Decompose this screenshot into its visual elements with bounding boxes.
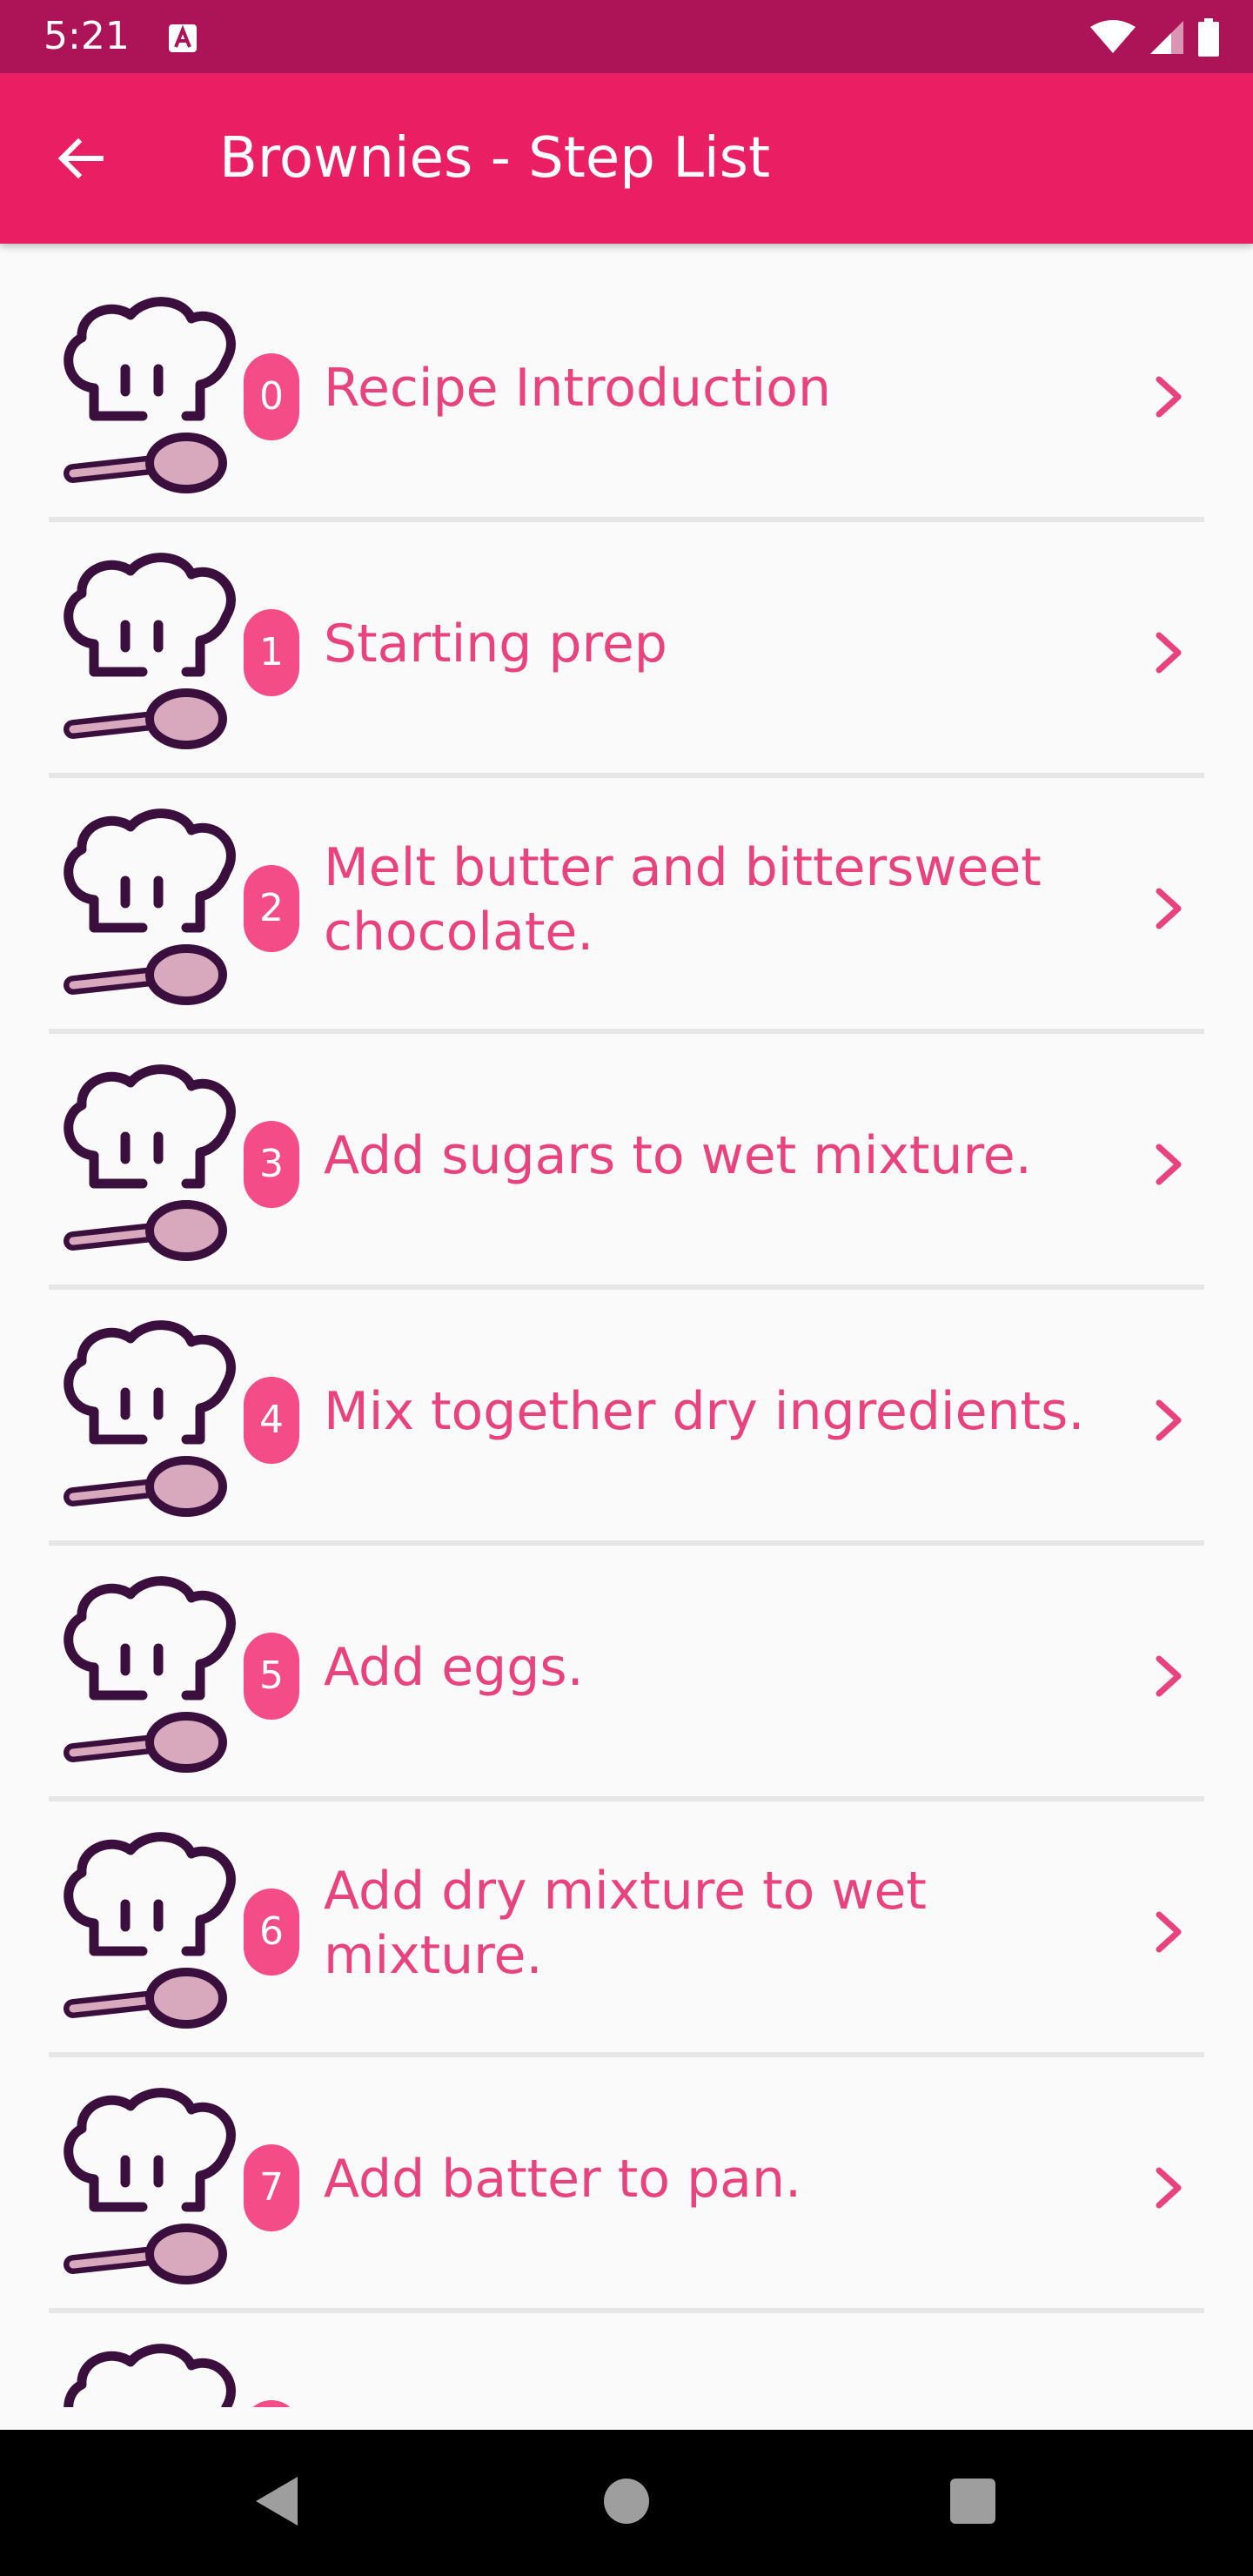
step-title: Add dry mixture to wet mixture.	[324, 1861, 927, 1986]
app-bar: Brownies - Step List	[0, 73, 1253, 244]
step-title: Mix together dry ingredients.	[324, 1381, 1085, 1442]
step-number-badge: 3	[244, 1121, 299, 1208]
chevron-right-icon	[1152, 372, 1185, 421]
step-number-badge: 6	[244, 1888, 299, 1976]
step-row[interactable]: 6 Add dry mixture to wet mixture.	[0, 1779, 1253, 2057]
step-number-badge: 2	[244, 865, 299, 952]
chevron-right-icon	[1152, 1140, 1185, 1189]
wifi-icon	[1090, 20, 1136, 53]
battery-icon	[1198, 18, 1219, 57]
chevron-right-icon	[1152, 1908, 1185, 1956]
step-row[interactable]: 0 Recipe Introduction	[0, 244, 1253, 522]
step-title: Melt butter and bittersweet chocolate.	[324, 837, 1042, 963]
step-row[interactable]: 1 Starting prep	[0, 500, 1253, 778]
chef-hat-spoon-icon	[56, 2085, 238, 2285]
step-row[interactable]: 7 Add batter to pan.	[0, 2035, 1253, 2313]
chef-hat-spoon-icon	[56, 1829, 238, 2029]
chevron-right-icon	[1152, 2163, 1185, 2212]
step-row[interactable]: 5 Add eggs.	[0, 1523, 1253, 1801]
chef-hat-spoon-icon	[56, 2341, 238, 2407]
keyboard-a-icon	[169, 24, 197, 52]
step-title: Add sugars to wet mixture.	[324, 1125, 1032, 1186]
chef-hat-spoon-icon	[56, 1318, 238, 1518]
chef-hat-spoon-icon	[56, 294, 238, 494]
chevron-right-icon	[1152, 884, 1185, 933]
step-number-badge: 4	[244, 1377, 299, 1464]
step-row[interactable]: 4 Mix together dry ingredients.	[0, 1267, 1253, 1546]
system-navigation-bar	[0, 2430, 1253, 2576]
step-number-badge: 1	[244, 609, 299, 696]
step-row-partial[interactable]	[0, 2291, 1253, 2407]
step-title: Add eggs.	[324, 1637, 584, 1698]
chef-hat-spoon-icon	[56, 550, 238, 750]
nav-home-icon[interactable]	[604, 2479, 649, 2524]
chevron-right-icon	[1152, 1652, 1185, 1701]
step-title: Recipe Introduction	[324, 358, 831, 419]
page-title: Brownies - Step List	[219, 126, 771, 191]
step-number-badge: 5	[244, 1633, 299, 1720]
nav-back-icon[interactable]	[252, 2475, 301, 2527]
step-number-badge: 7	[244, 2144, 299, 2231]
arrow-left-icon[interactable]	[52, 131, 108, 186]
step-row[interactable]: 2 Melt butter and bittersweet chocolate.	[0, 755, 1253, 1034]
status-time: 5:21	[44, 14, 130, 58]
chef-hat-spoon-icon	[56, 806, 238, 1006]
signal-icon	[1150, 21, 1183, 54]
nav-recents-icon[interactable]	[950, 2479, 995, 2524]
step-title: Add batter to pan.	[324, 2149, 802, 2210]
chef-hat-spoon-icon	[56, 1573, 238, 1774]
step-number-badge	[244, 2400, 299, 2407]
step-list[interactable]: 0 Recipe Introduction 1 Starting prep 2 Melt …	[0, 244, 1253, 2407]
chevron-right-icon	[1152, 1396, 1185, 1445]
chef-hat-spoon-icon	[56, 1062, 238, 1262]
status-bar: 5:21	[0, 0, 1253, 73]
step-number-badge: 0	[244, 353, 299, 440]
chevron-right-icon	[1152, 628, 1185, 677]
step-row[interactable]: 3 Add sugars to wet mixture.	[0, 1011, 1253, 1290]
step-title: Starting prep	[324, 614, 667, 674]
status-icons	[1089, 17, 1220, 57]
